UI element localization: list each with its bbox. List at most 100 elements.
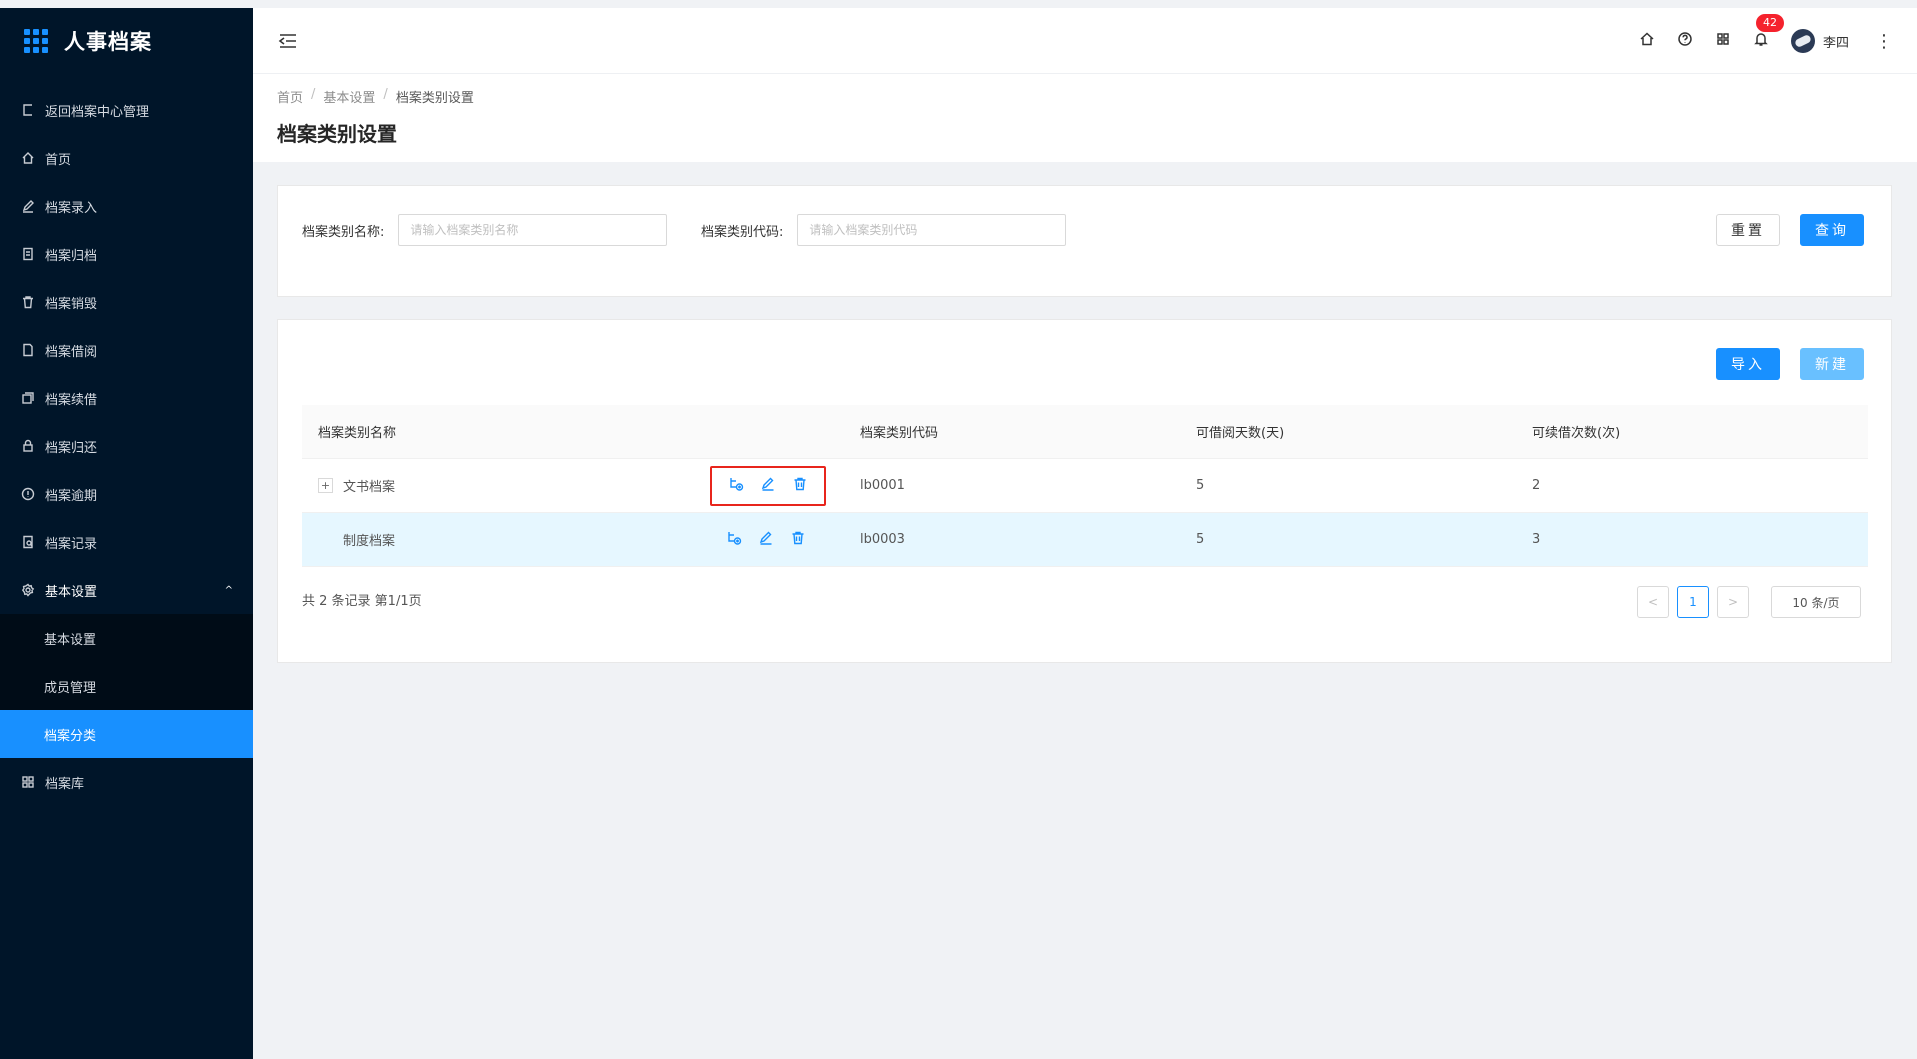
name-cell: 制度档案: [302, 530, 860, 549]
sidebar-subitem-category[interactable]: 档案分类: [0, 710, 253, 758]
home-icon: [21, 151, 35, 165]
sidebar-item-label: 成员管理: [44, 680, 97, 696]
sidebar-item-overdue[interactable]: 档案逾期: [0, 470, 253, 518]
sidebar-item-label: 档案记录: [45, 536, 98, 552]
return-icon: [21, 103, 35, 117]
grid-icon: [21, 775, 35, 789]
settings-submenu: 基本设置 成员管理 档案分类: [0, 614, 253, 758]
sidebar-item-label: 档案续借: [45, 392, 98, 408]
breadcrumb-home[interactable]: 首页: [277, 87, 303, 106]
renew-cell: 2: [1532, 478, 1541, 493]
create-button[interactable]: 新建: [1800, 348, 1864, 380]
chevron-up-icon: ^: [224, 584, 233, 596]
days-cell: 5: [1196, 478, 1205, 493]
user-menu[interactable]: 李四: [1790, 29, 1849, 53]
code-cell: lb0001: [860, 478, 905, 493]
expand-icon[interactable]: +: [318, 478, 333, 493]
menu-fold-icon[interactable]: [278, 32, 298, 50]
gear-icon: [21, 583, 35, 597]
header-actions: 42 李四 ⋮: [1639, 8, 1893, 74]
sidebar-subitem-members[interactable]: 成员管理: [0, 662, 253, 710]
sidebar-item-entry[interactable]: 档案录入: [0, 182, 253, 230]
code-field: 档案类别代码:: [701, 214, 1067, 246]
sidebar-item-label: 档案销毁: [45, 296, 98, 312]
home-icon[interactable]: [1639, 31, 1655, 51]
table-row: 制度档案 lb0003 5 3: [302, 513, 1868, 567]
user-name: 李四: [1822, 35, 1849, 51]
column-header-name: 档案类别名称: [318, 426, 397, 441]
name-cell: + 文书档案: [302, 465, 860, 506]
delete-icon[interactable]: [792, 476, 808, 496]
bell-icon[interactable]: 42: [1753, 13, 1785, 51]
table-header: 档案类别名称 档案类别代码 可借阅天数(天) 可续借次数(次): [302, 405, 1868, 459]
breadcrumb-separator: /: [311, 87, 316, 102]
delete-icon[interactable]: [790, 530, 806, 550]
page-size-select[interactable]: 10 条/页: [1771, 586, 1861, 618]
breadcrumb: 首页 / 基本设置 / 档案类别设置: [277, 87, 1917, 106]
breadcrumb-settings[interactable]: 基本设置: [323, 87, 375, 106]
search-panel: 档案类别名称: 档案类别代码: 重置 查询: [277, 185, 1892, 297]
name-field: 档案类别名称:: [302, 214, 668, 246]
sidebar-item-record[interactable]: 档案记录: [0, 518, 253, 566]
breadcrumb-current: 档案类别设置: [395, 91, 474, 106]
sidebar-item-label: 档案归档: [45, 248, 98, 264]
reset-button[interactable]: 重置: [1716, 214, 1780, 246]
sidebar-item-destroy[interactable]: 档案销毁: [0, 278, 253, 326]
sidebar-item-archive[interactable]: 档案归档: [0, 230, 253, 278]
add-child-icon[interactable]: [726, 530, 742, 550]
row-actions: [710, 465, 826, 506]
next-page-button[interactable]: >: [1717, 586, 1749, 618]
top-header: 42 李四 ⋮: [253, 8, 1917, 74]
table-panel: 导入 新建 档案类别名称 档案类别代码 可借阅天数(天) 可续借次数(次) + …: [277, 319, 1892, 663]
query-button[interactable]: 查询: [1800, 214, 1864, 246]
total-records: 共 2 条记录 第1/1页: [302, 594, 422, 609]
import-button[interactable]: 导入: [1716, 348, 1780, 380]
sidebar-item-home[interactable]: 首页: [0, 134, 253, 182]
sidebar-item-label: 首页: [45, 152, 72, 168]
sidebar: 人事档案 返回档案中心管理 首页 档案录入 档案归档 档案销毁 档案借阅 档案续…: [0, 8, 253, 1059]
days-cell: 5: [1196, 532, 1205, 547]
page-number[interactable]: 1: [1677, 586, 1709, 618]
record-icon: [21, 535, 35, 549]
lock-icon: [21, 439, 35, 453]
sidebar-item-settings[interactable]: 基本设置 ^: [0, 566, 253, 614]
edit-icon[interactable]: [760, 476, 776, 496]
sidebar-item-label: 档案逾期: [45, 488, 98, 504]
column-header-renew: 可续借次数(次): [1532, 426, 1621, 441]
code-cell: lb0003: [860, 532, 905, 547]
page-title: 档案类别设置: [277, 122, 397, 146]
sidebar-item-borrow[interactable]: 档案借阅: [0, 326, 253, 374]
name-field-label: 档案类别名称:: [302, 224, 385, 240]
sidebar-item-return-archive[interactable]: 档案归还: [0, 422, 253, 470]
sidebar-menu: 返回档案中心管理 首页 档案录入 档案归档 档案销毁 档案借阅 档案续借 档案归…: [0, 86, 253, 806]
add-child-icon[interactable]: [728, 476, 744, 496]
app-logo[interactable]: 人事档案: [0, 8, 253, 74]
copy-icon: [21, 391, 35, 405]
category-table: 档案类别名称 档案类别代码 可借阅天数(天) 可续借次数(次) + 文书档案 l…: [302, 405, 1868, 567]
sidebar-item-label: 基本设置: [45, 584, 98, 600]
edit-icon[interactable]: [758, 530, 774, 550]
trash-icon: [21, 295, 35, 309]
sidebar-item-label: 档案录入: [45, 200, 98, 216]
sidebar-item-renew[interactable]: 档案续借: [0, 374, 253, 422]
archive-icon: [21, 247, 35, 261]
table-row: + 文书档案 lb0001 5 2: [302, 459, 1868, 513]
prev-page-button[interactable]: <: [1637, 586, 1669, 618]
category-code-input[interactable]: [797, 214, 1067, 246]
breadcrumb-separator: /: [383, 87, 388, 102]
category-name-input[interactable]: [398, 214, 668, 246]
apps-icon[interactable]: [1715, 31, 1731, 51]
sidebar-item-library[interactable]: 档案库: [0, 758, 253, 806]
edit-icon: [21, 199, 35, 213]
renew-cell: 3: [1532, 532, 1541, 547]
more-icon[interactable]: ⋮: [1875, 31, 1893, 52]
sidebar-item-label: 档案分类: [44, 728, 97, 744]
sidebar-item-return[interactable]: 返回档案中心管理: [0, 86, 253, 134]
sidebar-subitem-basic[interactable]: 基本设置: [0, 614, 253, 662]
sidebar-item-label: 基本设置: [44, 632, 97, 648]
category-name: 文书档案: [343, 480, 396, 495]
row-actions: [710, 522, 822, 558]
code-field-label: 档案类别代码:: [701, 224, 784, 240]
app-title: 人事档案: [64, 30, 152, 54]
help-icon[interactable]: [1677, 31, 1693, 51]
